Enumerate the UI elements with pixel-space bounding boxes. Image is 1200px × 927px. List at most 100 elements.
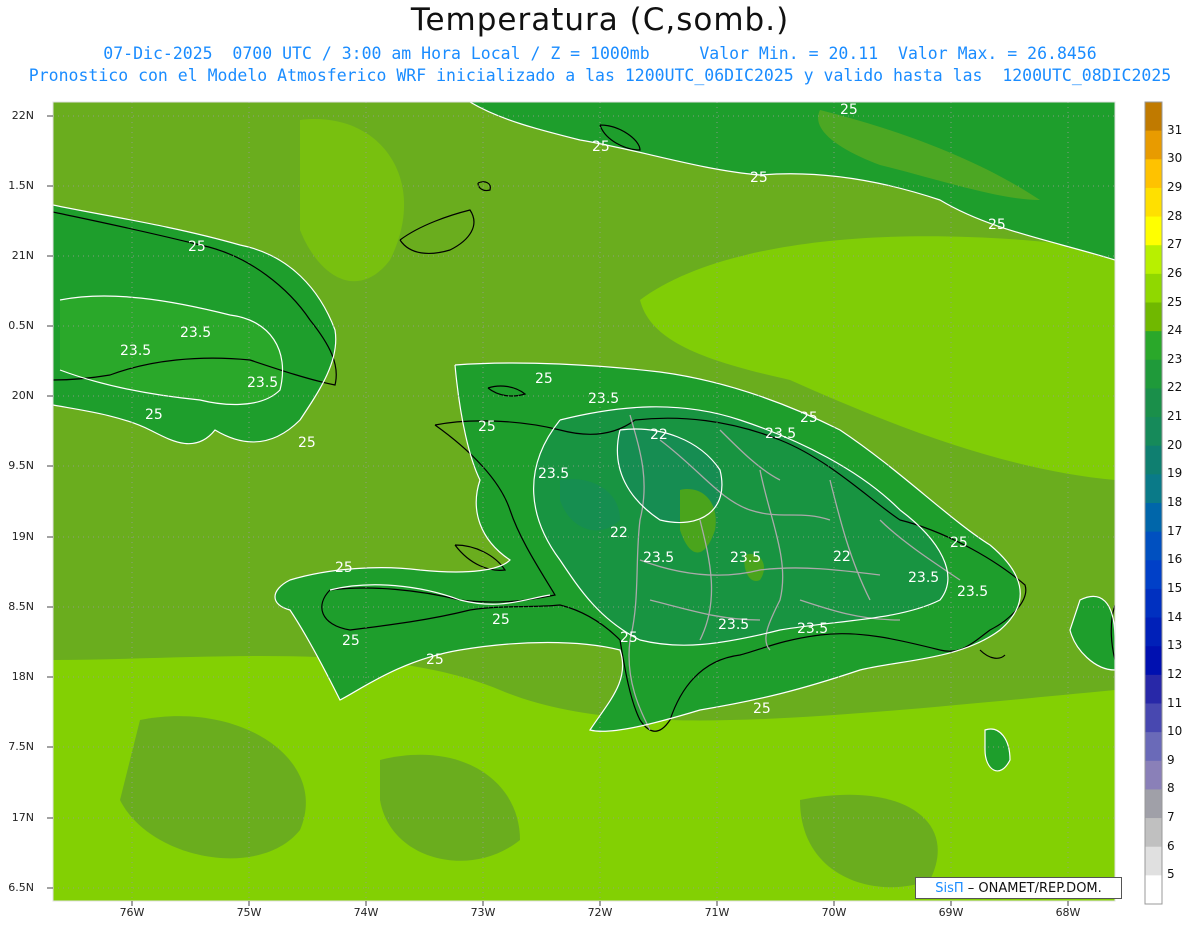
colorbar-label: 15 — [1167, 580, 1183, 595]
colorbar-label: 24 — [1167, 323, 1183, 338]
contour-label: 23.5 — [247, 375, 278, 391]
colorbar-swatch — [1145, 273, 1162, 303]
contour-label: 23.5 — [797, 621, 828, 637]
colorbar-swatch — [1145, 503, 1162, 533]
lat-label: 9.5N — [8, 459, 34, 472]
colorbar-label: 14 — [1167, 609, 1183, 624]
colorbar-label: 9 — [1167, 752, 1175, 767]
contour-label: 23.5 — [180, 325, 211, 341]
contour-label: 25 — [492, 612, 510, 628]
lon-label: 69W — [938, 906, 964, 919]
lat-label: 18N — [11, 670, 34, 683]
contour-label: 23.5 — [908, 570, 939, 586]
contour-label: 25 — [620, 630, 638, 646]
contour-label: 25 — [750, 170, 768, 186]
temperature-map: 25 25 25 25 25 23.5 23.5 23.5 25 25 25 2… — [47, 101, 1163, 906]
contour-label: 25 — [188, 239, 206, 255]
colorbar-label: 10 — [1167, 724, 1183, 739]
colorbar-label: 13 — [1167, 638, 1183, 653]
colorbar-swatch — [1145, 760, 1162, 790]
lat-label: 7.5N — [8, 740, 34, 753]
colorbar-label: 31 — [1167, 122, 1183, 137]
colorbar-swatch — [1145, 875, 1162, 905]
colorbar-label: 18 — [1167, 495, 1183, 509]
credit-box: SisΠ – ONAMET/REP.DOM. — [915, 877, 1122, 899]
lon-label: 76W — [119, 906, 145, 919]
colorbar-label: 17 — [1167, 523, 1183, 538]
colorbar-label: 26 — [1167, 265, 1183, 280]
contour-label: 22 — [833, 549, 851, 565]
lon-label: 74W — [353, 906, 379, 919]
colorbar-swatch — [1145, 818, 1162, 848]
lat-label: 8.5N — [8, 600, 34, 613]
contour-label: 23.5 — [765, 426, 796, 442]
colorbar-swatch — [1145, 646, 1162, 676]
colorbar-label: 16 — [1167, 552, 1183, 567]
lon-label: 72W — [587, 906, 613, 919]
contour-label: 25 — [988, 217, 1006, 233]
lat-label: 21N — [11, 249, 34, 262]
colorbar-label: 27 — [1167, 237, 1183, 252]
colorbar-swatch — [1145, 732, 1162, 762]
colorbar-label: 5 — [1167, 867, 1175, 882]
lat-label: 0.5N — [8, 319, 34, 332]
contour-label: 25 — [800, 410, 818, 426]
colorbar-swatch — [1145, 388, 1162, 418]
colorbar-label: 25 — [1167, 294, 1183, 309]
colorbar-label: 7 — [1167, 810, 1175, 825]
colorbar-swatch — [1145, 846, 1162, 876]
colorbar-swatch — [1145, 359, 1162, 389]
colorbar — [1145, 102, 1162, 905]
contour-label: 25 — [426, 652, 444, 668]
contour-label: 25 — [592, 139, 610, 155]
colorbar-swatch — [1145, 331, 1162, 361]
contour-label: 25 — [535, 371, 553, 387]
colorbar-swatch — [1145, 445, 1162, 475]
colorbar-swatch — [1145, 674, 1162, 704]
colorbar-swatch — [1145, 789, 1162, 819]
colorbar-label: 12 — [1167, 666, 1183, 681]
lon-label: 71W — [704, 906, 730, 919]
contour-label: 25 — [753, 701, 771, 717]
colorbar-label: 19 — [1167, 466, 1183, 481]
lon-label: 68W — [1055, 906, 1081, 919]
contour-label: 25 — [145, 407, 163, 423]
contour-label: 25 — [335, 560, 353, 576]
colorbar-swatch — [1145, 130, 1162, 160]
contour-label: 23.5 — [588, 391, 619, 407]
colorbar-swatch — [1145, 531, 1162, 561]
contour-label: 22 — [650, 427, 668, 443]
lat-label: 20N — [11, 389, 34, 402]
colorbar-swatch — [1145, 302, 1162, 332]
brand-logo: SisΠ — [935, 881, 964, 896]
colorbar-swatch — [1145, 159, 1162, 189]
contour-label: 23.5 — [643, 550, 674, 566]
colorbar-label: 8 — [1167, 781, 1175, 796]
contour-label: 23.5 — [718, 617, 749, 633]
contour-label: 25 — [298, 435, 316, 451]
lat-label: 1.5N — [8, 179, 34, 192]
contour-label: 25 — [342, 633, 360, 649]
colorbar-swatch — [1145, 245, 1162, 275]
colorbar-swatch — [1145, 417, 1162, 447]
lat-label: 6.5N — [8, 881, 34, 894]
colorbar-swatch — [1145, 187, 1162, 218]
lon-label: 73W — [470, 906, 496, 919]
colorbar-label: 29 — [1167, 179, 1183, 194]
colorbar-swatch — [1145, 588, 1162, 619]
colorbar-label: 28 — [1167, 208, 1183, 223]
contour-label: 25 — [478, 419, 496, 435]
lat-label: 19N — [11, 530, 34, 543]
colorbar-label: 20 — [1167, 437, 1183, 452]
colorbar-swatch — [1145, 474, 1162, 504]
colorbar-label: 21 — [1167, 409, 1183, 424]
lon-label: 75W — [236, 906, 262, 919]
credit-text: – ONAMET/REP.DOM. — [963, 881, 1102, 896]
colorbar-label: 22 — [1167, 380, 1183, 395]
colorbar-label: 30 — [1167, 151, 1183, 166]
contour-label: 22 — [610, 525, 628, 541]
lon-label: 70W — [821, 906, 847, 919]
colorbar-swatch — [1145, 617, 1162, 647]
contour-label: 23.5 — [957, 584, 988, 600]
contour-label: 25 — [950, 535, 968, 551]
